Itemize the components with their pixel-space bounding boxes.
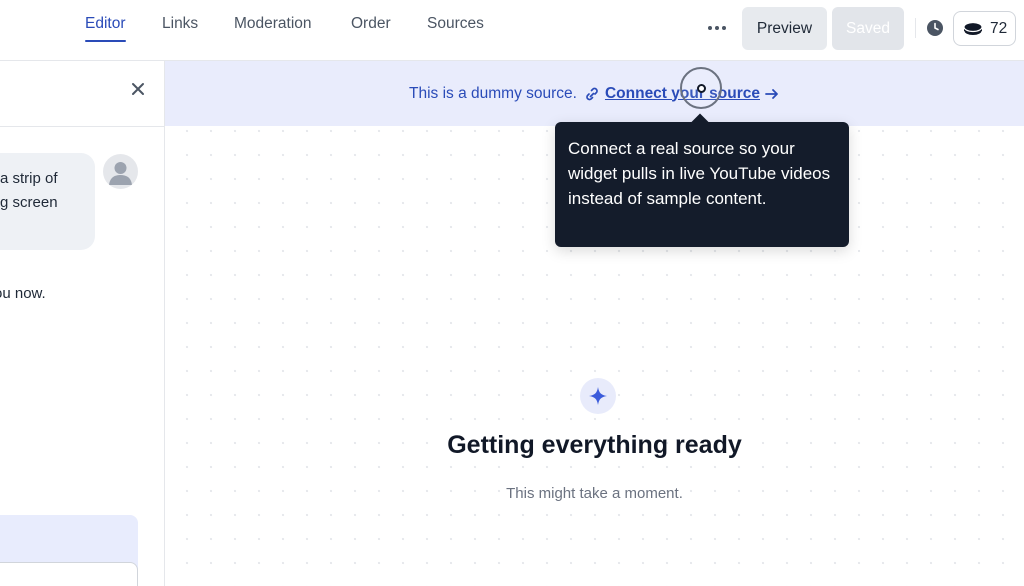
top-bar: Editor Links Moderation Order Sources Pr… [0, 0, 1024, 61]
toolbar-divider [915, 18, 916, 38]
close-icon[interactable] [130, 81, 146, 97]
assistant-message: ou now. [0, 285, 46, 302]
message-line: a strip of [0, 170, 58, 187]
more-dots-icon [708, 26, 712, 30]
tab-moderation[interactable]: Moderation [234, 15, 312, 45]
loading-title: Getting everything ready [447, 431, 742, 459]
banner-text: This is a dummy source. [409, 84, 577, 102]
tab-links[interactable]: Links [162, 15, 198, 45]
more-options-button[interactable] [703, 16, 731, 40]
tab-editor[interactable]: Editor [85, 15, 126, 45]
tab-order[interactable]: Order [351, 15, 391, 45]
dummy-source-banner: This is a dummy source. Connect your sou… [165, 61, 1024, 126]
sparkle-icon [589, 387, 607, 405]
credits-count: 72 [990, 19, 1008, 37]
tooltip-text: Connect a real source so your widget pul… [568, 139, 831, 208]
saved-button[interactable]: Saved [832, 7, 904, 50]
chat-input[interactable] [0, 562, 138, 586]
loading-subtitle: This might take a moment. [506, 485, 683, 502]
preview-button[interactable]: Preview [742, 7, 827, 50]
widget-canvas: This is a dummy source. Connect your sou… [165, 61, 1024, 586]
cursor-dot [697, 84, 706, 93]
credits-badge[interactable]: 72 [953, 11, 1016, 46]
user-message-bubble: a strip of g screen [0, 153, 95, 250]
message-line: g screen [0, 194, 58, 211]
assistant-panel-header [0, 61, 164, 127]
arrow-right-icon [765, 88, 778, 99]
user-avatar-icon [109, 162, 132, 185]
connect-source-tooltip: Connect a real source so your widget pul… [555, 122, 849, 247]
assistant-panel: a strip of g screen ou now. [0, 61, 165, 586]
tab-sources[interactable]: Sources [427, 15, 484, 45]
loading-indicator [580, 378, 616, 414]
avatar [103, 154, 138, 189]
link-icon [586, 87, 598, 100]
coin-stack-icon [963, 21, 983, 36]
clock-icon[interactable] [926, 19, 944, 37]
